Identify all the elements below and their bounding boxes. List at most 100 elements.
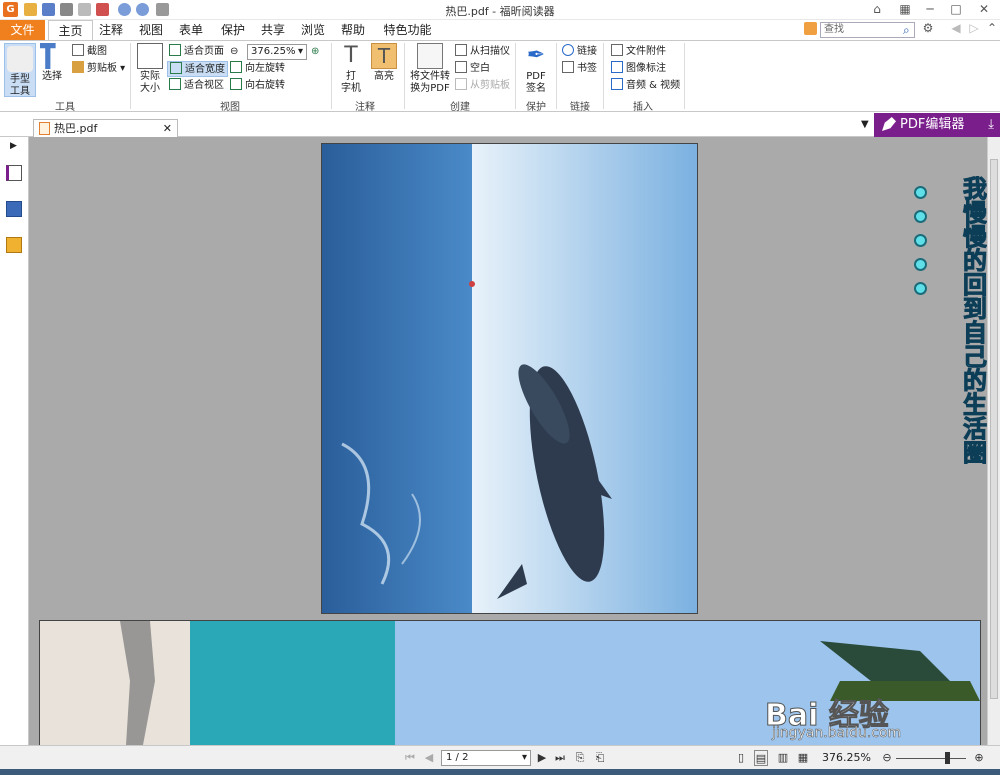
bookmark-button[interactable]: 书签 [562,61,597,77]
nav-dot[interactable] [914,258,927,271]
fit-width-label: 适合宽度 [185,64,225,75]
continuous-view-icon[interactable]: ▤ [754,750,768,766]
nav-dot[interactable] [914,282,927,295]
link-icon [562,44,574,56]
select-tool-label: 选择 [42,71,62,82]
fit-visible-label: 适合视区 [184,80,224,91]
tab-browse[interactable]: 浏览 [298,20,328,40]
clipboard-button[interactable]: 剪贴板 ▾ [72,61,125,77]
from-clipboard-label: 从剪贴板 [470,80,510,91]
pdf-editor-button[interactable]: PDF编辑器 ⤓ [874,113,1000,137]
facing-view-icon[interactable]: ▥ [776,750,790,766]
prev-page-icon[interactable]: ◀ [422,750,436,766]
zoom-out-button[interactable]: ⊖ [230,44,238,60]
maximize-button[interactable]: □ [946,1,966,18]
minimize-button[interactable]: ─ [920,1,940,18]
tab-list-dropdown-icon[interactable]: ▼ [861,119,869,130]
nav-dot[interactable] [914,210,927,223]
zoom-slider-handle[interactable] [945,752,950,764]
group-divider [556,43,557,109]
single-page-view-icon[interactable]: ▯ [734,750,748,766]
from-clipboard-button[interactable]: 从剪贴板 [455,78,510,94]
audio-video-button[interactable]: 音频 & 视频 [611,78,680,94]
link-button[interactable]: 链接 [562,44,597,60]
from-scanner-button[interactable]: 从扫描仪 [455,44,510,60]
image-annotation-button[interactable]: 图像标注 [611,61,666,77]
document-tab-label: 热巴.pdf [54,122,98,135]
grid-icon[interactable]: ▦ [895,1,915,18]
highlight-button[interactable]: T 高亮 [370,43,398,83]
settings-gear-icon[interactable]: ⚙ [918,20,938,37]
convert-to-pdf-button[interactable]: 将文件转 换为PDF [409,43,451,95]
tab-features[interactable]: 特色功能 [380,20,435,40]
snapshot-button[interactable]: 截图 [72,44,107,60]
blank-page-button[interactable]: 空白 [455,61,490,77]
layers-icon[interactable] [6,201,22,217]
vertical-scrollbar[interactable] [987,137,1000,745]
rotate-right-label: 向右旋转 [245,80,285,91]
tab-comment[interactable]: 注释 [96,20,126,40]
fit-visible-button[interactable]: 适合视区 [169,78,224,94]
navigation-pane: ▶ [0,137,29,745]
pdf-sign-button[interactable]: ✒ PDF 签名 [521,43,551,95]
group-divider [130,43,131,109]
zoom-out-icon[interactable]: ⊖ [880,750,894,766]
tab-share[interactable]: 共享 [258,20,288,40]
expand-ribbon-icon[interactable]: ⌃ [982,20,1000,37]
rotate-right-button[interactable]: 向右旋转 [230,78,285,94]
zoom-in-button[interactable]: ⊕ [311,44,319,60]
zoom-slider[interactable] [896,758,966,759]
document-tab[interactable]: 热巴.pdf ✕ [33,119,178,137]
hand-icon [7,46,33,72]
chevron-down-icon: ▾ [521,752,527,763]
pdf-editor-label: PDF编辑器 [900,117,965,132]
signature-pen-icon: ✒ [526,43,546,68]
from-scanner-label: 从扫描仪 [470,46,510,57]
fit-visible-icon [169,78,181,90]
fit-page-button[interactable]: 适合页面 [169,44,224,60]
tab-help[interactable]: 帮助 [338,20,368,40]
page-number-select[interactable]: 1 / 2 ▾ [441,750,531,766]
file-attachment-button[interactable]: 文件附件 [611,44,666,60]
close-button[interactable]: ✕ [974,1,994,18]
nav-forward-icon[interactable]: ▷ [964,20,984,37]
continuous-facing-icon[interactable]: ▦ [796,750,810,766]
search-icon[interactable]: ⌕ [903,23,910,38]
copy-page-icon[interactable]: ⎘ [573,750,587,766]
scrollbar-thumb[interactable] [990,159,998,699]
view-group-label: 视图 [220,102,240,113]
comments-panel-icon[interactable] [6,237,22,253]
page-thumbnails-icon[interactable] [6,165,22,181]
skin-icon[interactable]: ⌂ [867,1,887,18]
document-canvas[interactable]: 我慢慢的回到自己的生活圈 [29,137,987,745]
bookmark-label: 书签 [577,63,597,74]
scanner-icon [455,44,467,56]
file-menu[interactable]: 文件 [0,20,45,40]
zoom-select[interactable]: 376.25% ▾ [247,44,307,60]
document-tab-strip: 热巴.pdf ✕ ▼ PDF编辑器 ⤓ [0,113,1000,137]
first-page-icon[interactable]: ⏮ [403,750,417,766]
paste-page-icon[interactable]: ⎗ [593,750,607,766]
tab-form[interactable]: 表单 [176,20,206,40]
actual-size-button[interactable]: 实际 大小 [136,43,164,95]
protect-group-label: 保护 [526,102,546,113]
typewriter-button[interactable]: T 打 字机 [338,43,364,95]
download-icon: ⤓ [988,117,994,132]
hand-tool-button[interactable]: 手型 工具 [4,43,36,97]
tab-home[interactable]: 主页 [48,20,93,41]
nav-dot[interactable] [914,186,927,199]
tab-view[interactable]: 视图 [136,20,166,40]
zoom-in-icon[interactable]: ⊕ [972,750,986,766]
next-page-icon[interactable]: ▶ [535,750,549,766]
select-tool-button[interactable]: 选择 [40,43,64,83]
tab-protect[interactable]: 保护 [218,20,248,40]
search-input[interactable]: 查找 [820,22,915,38]
nav-dot[interactable] [914,234,927,247]
fit-width-button[interactable]: 适合宽度 [167,61,228,77]
find-options-icon[interactable] [804,22,817,35]
last-page-icon[interactable]: ⏭ [553,750,567,766]
close-tab-icon[interactable]: ✕ [163,120,172,137]
rotate-left-button[interactable]: 向左旋转 [230,61,285,77]
nav-back-icon[interactable]: ◀ [946,20,966,37]
expand-pane-icon[interactable]: ▶ [10,141,17,151]
